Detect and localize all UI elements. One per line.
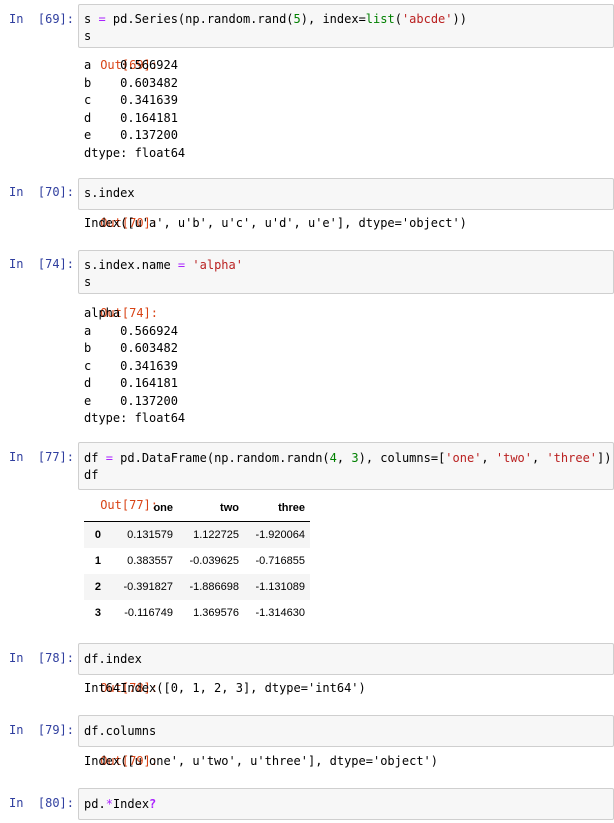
table-row: 0 0.131579 1.122725 -1.920064 <box>84 521 310 548</box>
table-cell: -1.131089 <box>255 581 305 593</box>
table-cell: 1.122725 <box>193 529 239 541</box>
code-line: s <box>84 29 92 43</box>
in-prompt-80: In [80]: <box>8 796 74 810</box>
in-prompt-79: In [79]: <box>8 723 74 737</box>
in-prompt-69: In [69]: <box>8 12 74 26</box>
table-header: one <box>106 495 178 522</box>
code-line: df = pd.DataFrame(np.random.randn(4, 3),… <box>84 451 612 465</box>
row-index: 2 <box>94 581 101 593</box>
code-input-70[interactable] <box>78 178 614 210</box>
row-index: 0 <box>94 529 101 541</box>
in-prompt-77: In [77]: <box>8 450 74 464</box>
code-line: df <box>84 468 99 482</box>
table-header: three <box>244 495 310 522</box>
table-cell: 0.383557 <box>127 555 173 567</box>
dataframe-table: one two three 0 0.131579 1.122725 -1.920… <box>84 495 310 626</box>
code-line: df.index <box>84 652 142 666</box>
table-cell: -0.039625 <box>189 555 239 567</box>
index-output: Index([u'a', u'b', u'c', u'd', u'e'], dt… <box>84 216 467 230</box>
code-line: s = pd.Series(np.random.rand(5), index=l… <box>84 12 467 26</box>
table-cell: 1.369576 <box>193 607 239 619</box>
table-cell: -0.116749 <box>124 607 173 619</box>
code-input-80[interactable] <box>78 788 614 820</box>
table-header <box>84 495 106 522</box>
code-line: pd.*Index? <box>84 797 157 811</box>
code-line: s <box>84 275 92 289</box>
table-header: two <box>178 495 244 522</box>
in-prompt-70: In [70]: <box>8 185 74 199</box>
series-output: alpha a 0.566924 b 0.603482 c 0.341639 d… <box>84 306 186 425</box>
row-index: 3 <box>94 607 101 619</box>
code-line: df.columns <box>84 724 157 738</box>
in-prompt-78: In [78]: <box>8 651 74 665</box>
code-line: s.index.name = 'alpha' <box>84 258 243 272</box>
table-cell: -1.886698 <box>189 581 239 593</box>
table-cell: -0.716855 <box>255 555 305 567</box>
table-cell: -1.920064 <box>255 529 305 541</box>
code-input-79[interactable] <box>78 715 614 747</box>
series-output: a 0.566924 b 0.603482 c 0.341639 d 0.164… <box>84 58 186 160</box>
in-prompt-74: In [74]: <box>8 257 74 271</box>
table-row: 2 -0.391827 -1.886698 -1.131089 <box>84 574 310 600</box>
table-cell: -0.391827 <box>123 581 173 593</box>
code-line: s.index <box>84 186 135 200</box>
code-input-78[interactable] <box>78 643 614 675</box>
table-cell: 0.131579 <box>127 529 173 541</box>
columns-output: Index([u'one', u'two', u'three'], dtype=… <box>84 754 439 768</box>
table-cell: -1.314630 <box>255 607 305 619</box>
row-index: 1 <box>94 555 101 567</box>
index-output: Int64Index([0, 1, 2, 3], dtype='int64') <box>84 681 366 695</box>
table-row: 3 -0.116749 1.369576 -1.314630 <box>84 600 310 626</box>
table-row: 1 0.383557 -0.039625 -0.716855 <box>84 548 310 574</box>
